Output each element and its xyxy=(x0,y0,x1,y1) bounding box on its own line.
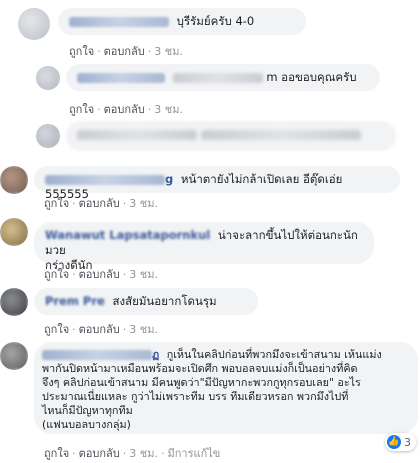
comment-text: กูเห็นในคลิปก่อนที่พวกมึงจะเข้าสนาม เห้น… xyxy=(166,348,382,361)
comment-bubble: Prem Pre สงสัยมันอยากโดนรุม xyxy=(34,288,258,315)
avatar[interactable] xyxy=(18,8,50,40)
commenter-name[interactable]: Wanawut Lapsatapornkul xyxy=(45,228,210,242)
like-icon: 👍 xyxy=(387,435,401,449)
timestamp[interactable]: 3 ชม. xyxy=(154,103,183,116)
comment-actions: ถูกใจ · ตอบกลับ · 3 ชม. xyxy=(44,268,158,281)
commenter-name[interactable] xyxy=(45,174,165,185)
comment-text-line: พากันปิดหน้ามาเหมือนพร้อมจะเปิดศึก พอบอล… xyxy=(42,362,358,375)
like-link[interactable]: ถูกใจ xyxy=(69,45,94,58)
reaction-count: 3 xyxy=(404,435,411,449)
edited-label[interactable]: มีการแก้ไข xyxy=(167,447,220,460)
avatar[interactable] xyxy=(36,124,60,148)
comment-bubble: ฏ กูเห็นในคลิปก่อนที่พวกมึงจะเข้าสนาม เห… xyxy=(34,342,418,434)
commenter-name-suffix[interactable]: ฏ xyxy=(152,348,159,361)
comment-bubble: g หน้าตายังไม่กล้าเปิดเลย อีตุ๊ดเอ่ย 555… xyxy=(34,166,400,201)
avatar[interactable] xyxy=(0,218,28,246)
comment-actions: ถูกใจ · ตอบกลับ · 3 ชม. xyxy=(69,45,183,58)
commenter-name[interactable] xyxy=(69,16,169,27)
timestamp[interactable]: 3 ชม. xyxy=(129,323,158,336)
like-link[interactable]: ถูกใจ xyxy=(44,268,69,281)
comment-text-line: จึงๆ คลิปก่อนเข้าสนาม มีคนพูดว่า"มีปัญหา… xyxy=(42,376,361,389)
comment-text: สงสัยมันอยากโดนรุม xyxy=(112,294,217,308)
like-link[interactable]: ถูกใจ xyxy=(69,103,94,116)
commenter-name[interactable] xyxy=(42,350,152,360)
comment-bubble: m ออขอบคุณครับ xyxy=(66,64,380,91)
avatar[interactable] xyxy=(0,288,28,316)
comment-actions: ถูกใจ · ตอบกลับ · 3 ชม. xyxy=(44,323,158,336)
comment-bubble xyxy=(66,121,396,151)
avatar[interactable] xyxy=(0,166,28,194)
comment-bubble: Wanawut Lapsatapornkul น่าจะลากขึ้นไปให้… xyxy=(34,222,374,272)
comment-text-line: ไหนก็มีปัญหาทุกทีม xyxy=(42,404,133,417)
timestamp[interactable]: 3 ชม. xyxy=(129,447,158,460)
reply-link[interactable]: ตอบกลับ xyxy=(79,197,120,210)
reply-link[interactable]: ตอบกลับ xyxy=(104,103,145,116)
commenter-name[interactable] xyxy=(77,72,165,83)
timestamp[interactable]: 3 ชม. xyxy=(129,197,158,210)
comment-text-line: ประมาณเนี่ยแหละ กูว่าไม่เพราะทีม บรร ทีม… xyxy=(42,390,349,403)
avatar[interactable] xyxy=(0,342,28,370)
timestamp[interactable]: 3 ชม. xyxy=(129,268,158,281)
avatar[interactable] xyxy=(36,66,60,90)
reply-link[interactable]: ตอบกลับ xyxy=(79,323,120,336)
comment-bubble: บุรีรัมย์ครับ 4-0 xyxy=(58,8,306,35)
comment-text: m ออขอบคุณครับ xyxy=(266,70,357,84)
comment-text: บุรีรัมย์ครับ 4-0 xyxy=(176,14,255,28)
comment-actions: ถูกใจ · ตอบกลับ · 3 ชม. · มีการแก้ไข xyxy=(44,447,221,460)
commenter-name[interactable]: Prem Pre xyxy=(45,294,105,308)
comment-actions: ถูกใจ · ตอบกลับ · 3 ชม. xyxy=(69,103,183,116)
comment-text-line: (แฟนบอลบางกลุ่ม) xyxy=(42,418,131,431)
like-link[interactable]: ถูกใจ xyxy=(44,323,69,336)
reply-link[interactable]: ตอบกลับ xyxy=(104,45,145,58)
timestamp[interactable]: 3 ชม. xyxy=(154,45,183,58)
commenter-name-suffix[interactable]: g xyxy=(165,172,173,186)
like-link[interactable]: ถูกใจ xyxy=(44,197,69,210)
reply-link[interactable]: ตอบกลับ xyxy=(79,268,120,281)
like-link[interactable]: ถูกใจ xyxy=(44,447,69,460)
comment-actions: ถูกใจ · ตอบกลับ · 3 ชม. xyxy=(44,197,158,210)
reply-link[interactable]: ตอบกลับ xyxy=(79,447,120,460)
reaction-summary[interactable]: 👍 3 xyxy=(385,433,416,451)
